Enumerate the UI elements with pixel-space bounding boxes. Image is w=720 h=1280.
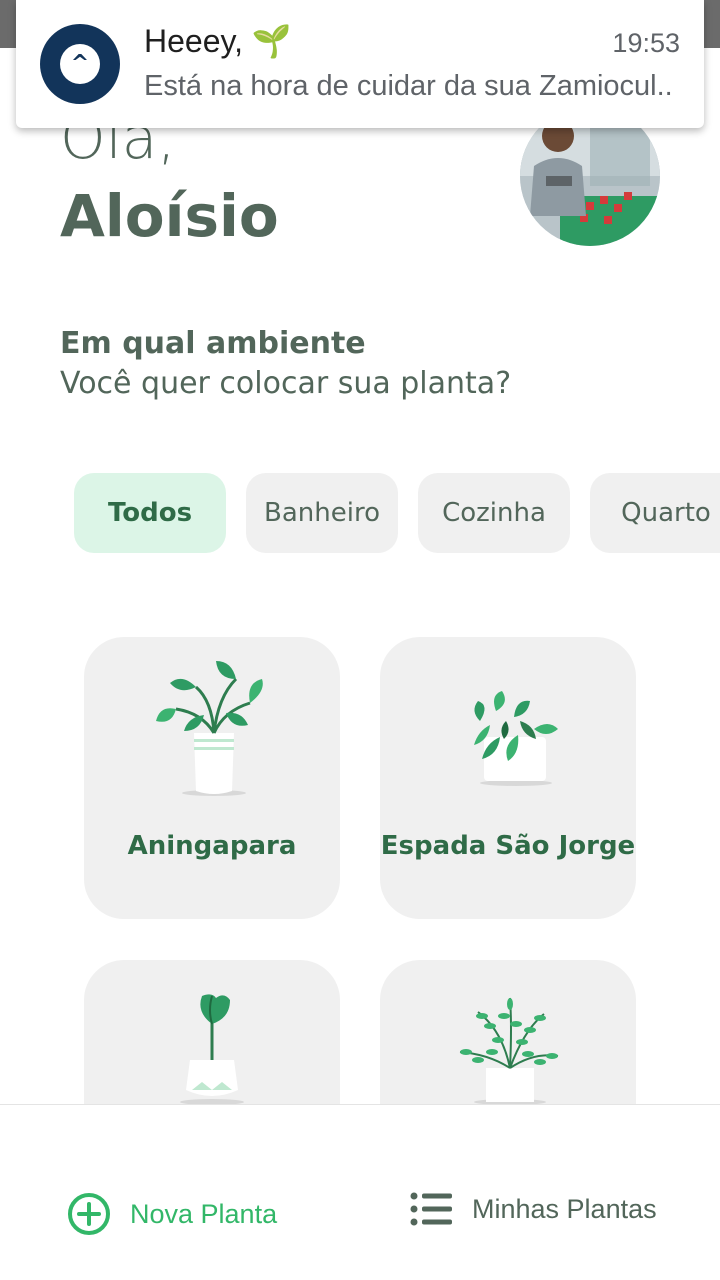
plant-name: Espada São Jorge [380,831,636,861]
environment-subheading: Você quer colocar sua planta? [60,366,512,401]
environment-heading: Em qual ambiente [60,326,366,361]
chip-label: Banheiro [264,498,380,528]
list-icon [410,1192,452,1226]
expo-app-icon: ^ [40,24,120,104]
chip-quarto[interactable]: Quarto [590,473,720,553]
plant-illustration [474,691,558,786]
new-plant-label: Nova Planta [130,1198,278,1229]
plant-name: Aningapara [127,831,297,861]
bottom-navigation: Nova Planta Minhas Plantas [0,1104,720,1280]
plant-illustration [156,661,263,796]
my-plants-label: Minhas Plantas [472,1193,657,1224]
chip-banheiro[interactable]: Banheiro [246,473,398,553]
plant-illustration [459,997,559,1105]
plant-illustration [180,994,244,1105]
chip-cozinha[interactable]: Cozinha [418,473,570,553]
new-plant-button[interactable]: Nova Planta [66,1191,277,1237]
chip-todos[interactable]: Todos [74,473,226,553]
chip-label: Quarto [621,498,711,528]
plant-card-espada-sao-jorge[interactable]: Espada São Jorge [380,637,636,919]
plus-circle-icon [68,1193,110,1235]
notification-body: Está na hora de cuidar da sua Zamiocul.. [144,70,673,102]
user-name: Aloísio [60,182,279,250]
my-plants-button[interactable]: Minhas Plantas [410,1191,657,1227]
caret-up-icon: ^ [60,44,100,84]
chip-label: Todos [107,498,193,528]
chip-label: Cozinha [442,498,546,528]
notification-time: 19:53 [612,28,680,58]
plant-card-aningapara[interactable]: Aningapara [84,637,340,919]
push-notification[interactable]: ^ Heeey, 🌱 19:53 Está na hora de cuidar … [16,0,704,128]
notification-title: Heeey, 🌱 [144,23,292,59]
